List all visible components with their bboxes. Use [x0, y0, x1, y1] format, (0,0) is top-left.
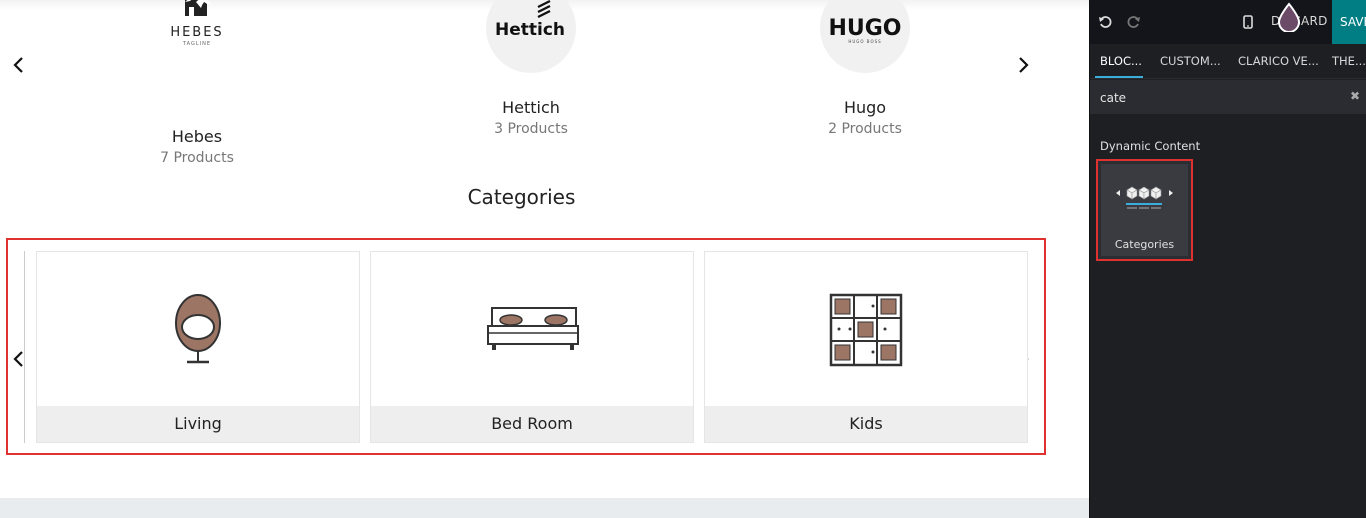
tab-blocks[interactable]: BLOC...	[1100, 54, 1142, 68]
slider-divider	[24, 251, 25, 443]
bed-icon	[487, 306, 579, 350]
brand-product-count: 2 Products	[828, 121, 902, 137]
tab-theme[interactable]: THE...	[1332, 54, 1366, 68]
hebes-house-logo: HEBES TAGLINE	[152, 0, 242, 72]
brand-card-hettich[interactable]: Hettich Hettich 3 Products	[431, 0, 631, 137]
brand-card-hebes[interactable]: HEBES TAGLINE Hebes 7 Products	[97, 0, 297, 166]
shelf-cabinet-icon	[829, 293, 903, 366]
footer-strip	[0, 498, 1089, 518]
categories-snippet[interactable]: Categories	[1096, 159, 1193, 261]
editor-topbar: DISCARD SAVE	[1090, 0, 1366, 44]
svg-text:HEBES: HEBES	[170, 25, 223, 40]
category-image	[705, 252, 1027, 407]
snippet-section-title: Dynamic Content	[1100, 139, 1201, 153]
category-card-bed-room[interactable]: Bed Room	[370, 251, 694, 443]
tab-clarico-version[interactable]: CLARICO VE...	[1238, 54, 1319, 68]
hugo-logo: HUGO HUGO BOSS	[820, 0, 910, 73]
category-label: Bed Room	[371, 406, 693, 442]
active-tab-underline	[1095, 76, 1143, 78]
snippet-search: ✖	[1090, 80, 1366, 114]
brand-name: Hebes	[171, 127, 223, 146]
undo-icon[interactable]	[1095, 12, 1115, 32]
category-image	[371, 252, 693, 407]
save-button[interactable]: SAVE	[1332, 0, 1366, 44]
egg-chair-icon	[175, 293, 221, 363]
editor-sidebar: DISCARD SAVE BLOC... CUSTOM... CLARICO V…	[1089, 0, 1366, 518]
editor-tabs: BLOC... CUSTOM... CLARICO VE... THE...	[1090, 44, 1366, 79]
chevron-left-icon	[13, 351, 23, 367]
snippet-search-input[interactable]	[1100, 89, 1320, 107]
category-card-kids[interactable]: Kids	[704, 251, 1028, 443]
brand-prev-arrow[interactable]	[8, 54, 30, 76]
svg-text:HUGO BOSS: HUGO BOSS	[848, 39, 881, 44]
chevron-right-icon	[1019, 57, 1029, 73]
category-prev-arrow[interactable]	[8, 348, 30, 370]
snippet-label: Categories	[1114, 238, 1175, 251]
categories-carousel-icon	[1116, 186, 1173, 209]
brand-product-count: 3 Products	[494, 121, 568, 137]
category-label: Living	[37, 406, 359, 442]
brand-next-arrow[interactable]	[1012, 54, 1034, 76]
tab-customize[interactable]: CUSTOM...	[1160, 54, 1221, 68]
clear-search-icon[interactable]: ✖	[1350, 89, 1360, 103]
website-preview: HEBES TAGLINE Hebes 7 Products Hettich H…	[0, 0, 1089, 518]
svg-text:Hettich: Hettich	[495, 20, 565, 40]
svg-text:TAGLINE: TAGLINE	[182, 41, 211, 47]
brand-product-count: 7 Products	[160, 150, 234, 166]
hettich-logo: Hettich	[486, 0, 576, 73]
brand-name: Hettich	[502, 98, 560, 117]
cursor-drop-icon	[1277, 2, 1301, 32]
categories-heading: Categories	[467, 185, 576, 209]
mobile-preview-icon[interactable]	[1238, 12, 1258, 32]
brand-name: Hugo	[843, 98, 887, 117]
svg-text:HUGO: HUGO	[828, 16, 901, 41]
category-image	[37, 252, 359, 407]
redo-icon[interactable]	[1124, 12, 1144, 32]
category-card-living[interactable]: Living	[36, 251, 360, 443]
brand-card-hugo[interactable]: HUGO HUGO BOSS Hugo 2 Products	[765, 0, 965, 137]
category-label: Kids	[705, 406, 1027, 442]
chevron-left-icon	[13, 57, 23, 73]
